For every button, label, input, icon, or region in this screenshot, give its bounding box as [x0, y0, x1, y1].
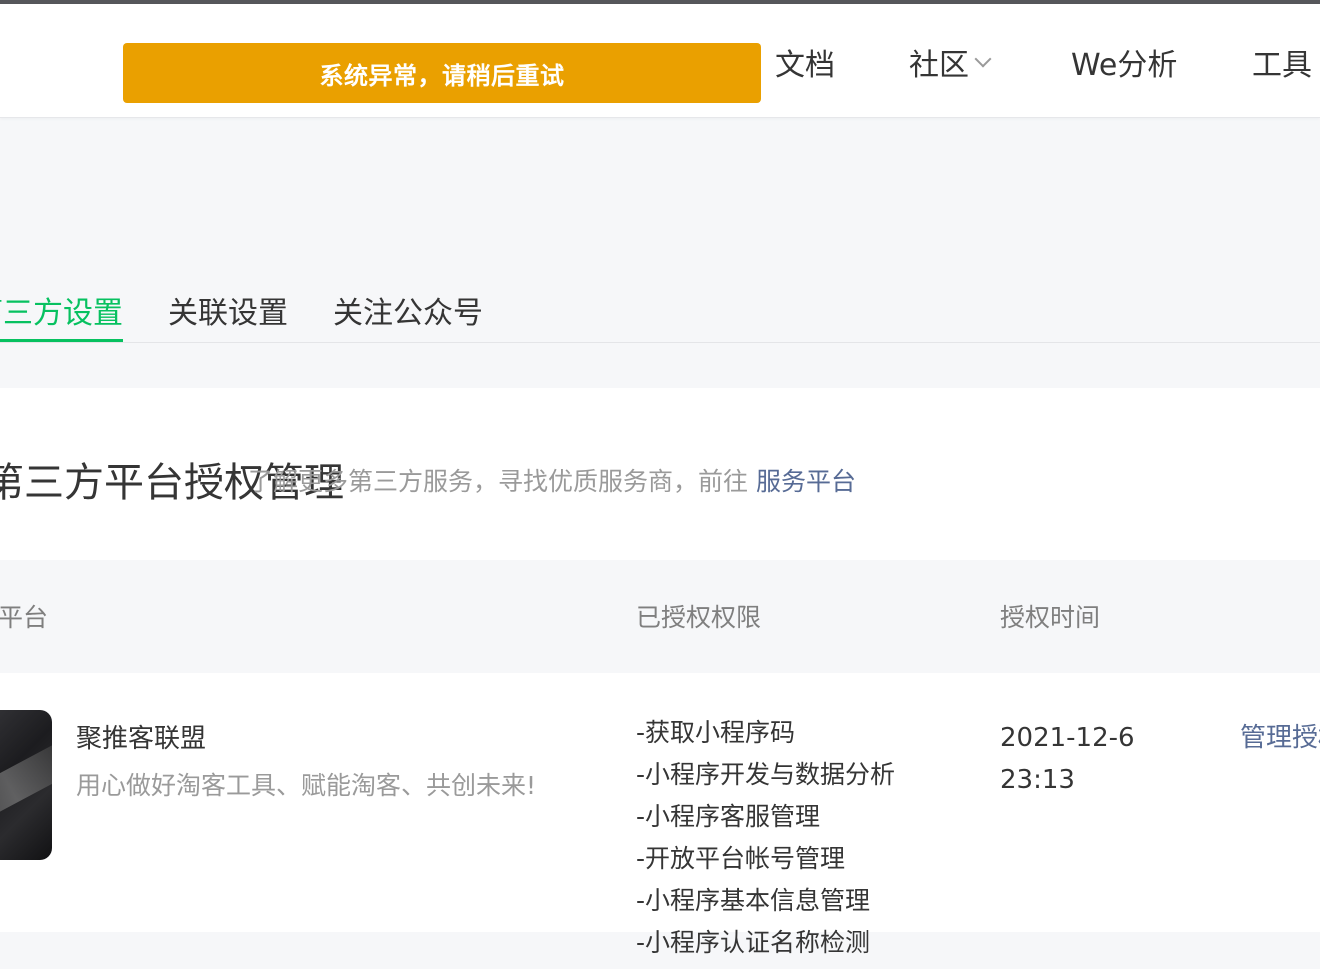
- nav-item-community-label: 社区: [909, 48, 969, 83]
- permission-item: -小程序开发与数据分析: [636, 760, 896, 789]
- section-description: 了解更多第三方服务，寻找优质服务商，前往 服务平台: [248, 462, 856, 498]
- error-toast: 系统异常，请稍后重试: [123, 43, 761, 103]
- nav-item-we-analytics-label: We分析: [1071, 48, 1178, 83]
- service-platform-link[interactable]: 服务平台: [756, 467, 856, 496]
- tab-follow-official-account-label: 关注公众号: [333, 296, 483, 331]
- authorization-clock: 23:13: [1000, 765, 1075, 795]
- chevron-down-icon: [974, 50, 992, 68]
- error-toast-message: 系统异常，请稍后重试: [319, 61, 565, 90]
- column-header-platform: 授权平台: [0, 603, 49, 632]
- section-description-text: 了解更多第三方服务，寻找优质服务商，前往: [248, 467, 749, 496]
- nav-item-docs-label: 文档: [775, 48, 835, 83]
- logo-stripe: [0, 743, 52, 831]
- platform-slogan: 用心做好淘客工具、赋能淘客、共创未来!: [76, 771, 537, 800]
- tab-third-party-settings[interactable]: 第三方设置: [0, 288, 123, 342]
- tab-link-settings-label: 关联设置: [168, 296, 288, 331]
- column-header-permissions: 已授权权限: [636, 603, 762, 632]
- tab-third-party-settings-label: 第三方设置: [0, 296, 123, 331]
- table-row: 聚推客联盟 用心做好淘客工具、赋能淘客、共创未来! -获取小程序码 -小程序开发…: [0, 673, 1320, 957]
- platform-name: 聚推客联盟: [76, 724, 207, 754]
- nav-item-tools[interactable]: 工具: [1252, 40, 1312, 84]
- settings-tabs: 第三方设置 关联设置 关注公众号: [0, 280, 1320, 343]
- nav-item-tools-label: 工具: [1252, 48, 1312, 83]
- permission-item: -获取小程序码: [636, 718, 796, 747]
- top-navigation-bar: 系统异常，请稍后重试 文档 社区 We分析 工具: [0, 4, 1320, 118]
- tab-follow-official-account[interactable]: 关注公众号: [333, 288, 483, 342]
- authorization-time: 2021-12-6 23:13: [1000, 717, 1135, 801]
- nav-item-docs[interactable]: 文档: [775, 40, 835, 84]
- nav-item-community[interactable]: 社区: [909, 40, 992, 84]
- authorization-date: 2021-12-6: [1000, 723, 1135, 753]
- permission-item: -小程序基本信息管理: [636, 886, 871, 915]
- permission-item: -小程序客服管理: [636, 802, 821, 831]
- permission-list: -获取小程序码 -小程序开发与数据分析 -小程序客服管理 -开放平台帐号管理 -…: [636, 717, 895, 969]
- nav-item-we-analytics[interactable]: We分析: [1071, 40, 1177, 84]
- platform-logo: [0, 710, 52, 860]
- authorization-panel: 第三方平台授权管理 了解更多第三方服务，寻找优质服务商，前往 服务平台 授权平台…: [0, 388, 1320, 957]
- table-header: 授权平台 已授权权限 授权时间: [0, 560, 1320, 673]
- permission-item: -小程序认证名称检测: [636, 928, 871, 957]
- manage-authorization-link[interactable]: 管理授权: [1240, 717, 1320, 754]
- permission-item: -开放平台帐号管理: [636, 844, 846, 873]
- tab-link-settings[interactable]: 关联设置: [168, 288, 288, 342]
- column-header-time: 授权时间: [1000, 603, 1101, 632]
